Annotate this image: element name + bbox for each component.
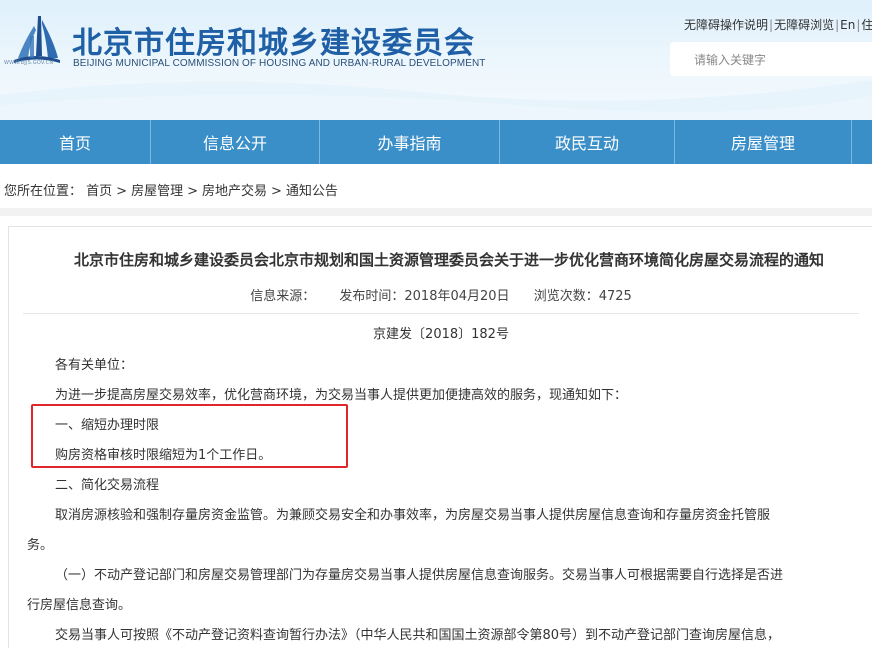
article-date: 发布时间：2018年04月20日 [339, 289, 510, 304]
section-2-body-line-2: 务。 [27, 538, 54, 553]
breadcrumb-arrow: > [271, 184, 282, 199]
link-separator: | [856, 18, 861, 32]
breadcrumb-arrow: > [187, 184, 198, 199]
section-divider [0, 208, 872, 216]
breadcrumb-arrow: > [116, 184, 128, 199]
nav-item-public-interaction[interactable]: 政民互动 [500, 120, 675, 164]
meta-divider [23, 313, 859, 314]
subsection-1-line-1: （一）不动产登记部门和房屋交易管理部门为存量房交易当事人提供房屋信息查询服务。交… [55, 568, 784, 583]
link-separator: | [835, 18, 840, 32]
site-title[interactable]: 北京市住房和城乡建设委员会 [72, 18, 475, 62]
section-2-body-line-1: 取消房源核验和强制存量房资金监管。为兼顾交易安全和办事效率，为房屋交易当事人提供… [55, 508, 771, 523]
more-link[interactable]: 住 [861, 18, 872, 32]
subsection-1-line-3: 交易当事人可按照《不动产登记资料查询暂行办法》（中华人民共和国国土资源部令第80… [55, 628, 781, 643]
breadcrumb-item-home[interactable]: 首页 [86, 184, 112, 199]
subsection-1-line-2: 行房屋信息查询。 [27, 598, 132, 613]
breadcrumb: 您所在位置： 首页 > 房屋管理 > 房地产交易 > 通知公告 [4, 180, 338, 199]
nav-item-info-disclosure[interactable]: 信息公开 [151, 120, 320, 164]
site-header: WWW.BJJS.GOV.CN 北京市住房和城乡建设委员会 BEIJING MU… [0, 0, 872, 120]
article-title: 北京市住房和城乡建设委员会北京市规划和国土资源管理委员会关于进一步优化营商环境简… [73, 251, 824, 269]
breadcrumb-item-housing[interactable]: 房屋管理 [131, 184, 183, 199]
breadcrumb-item-notices[interactable]: 通知公告 [286, 184, 338, 199]
article-panel: 北京市住房和城乡建设委员会北京市规划和国土资源管理委员会关于进一步优化营商环境简… [8, 226, 872, 648]
main-nav: 首页 信息公开 办事指南 政民互动 房屋管理 [0, 120, 872, 164]
accessibility-browse-link[interactable]: 无障碍浏览 [774, 18, 834, 32]
article-views: 浏览次数：4725 [533, 289, 632, 304]
nav-item-housing-management[interactable]: 房屋管理 [675, 120, 852, 164]
link-separator: | [769, 18, 774, 32]
english-link[interactable]: En [840, 18, 855, 32]
document-number: 京建发〔2018〕182号 [373, 327, 509, 342]
site-subtitle: BEIJING MUNICIPAL COMMISSION OF HOUSING … [73, 58, 486, 69]
nav-item-home[interactable]: 首页 [0, 120, 151, 164]
breadcrumb-item-trading[interactable]: 房地产交易 [202, 184, 267, 199]
highlight-box [31, 404, 348, 468]
logo-caption: WWW.BJJS.GOV.CN [4, 60, 54, 66]
intro-paragraph: 为进一步提高房屋交易效率，优化营商环境，为交易当事人提供更加便捷高效的服务，现通… [55, 388, 628, 403]
search-input[interactable]: 请输入关键字 [670, 42, 872, 76]
nav-item-service-guide[interactable]: 办事指南 [320, 120, 500, 164]
accessibility-help-link[interactable]: 无障碍操作说明 [684, 18, 768, 32]
section-heading-2: 二、简化交易流程 [55, 478, 160, 493]
top-links: 无障碍操作说明|无障碍浏览|En|住 [684, 16, 872, 33]
salutation: 各有关单位： [55, 358, 134, 373]
article-source: 信息来源： [250, 289, 316, 304]
article-meta: 信息来源： 发布时间：2018年04月20日 浏览次数：4725 [9, 285, 872, 304]
breadcrumb-prefix: 您所在位置： [4, 184, 83, 199]
nav-item-more[interactable] [852, 120, 872, 164]
